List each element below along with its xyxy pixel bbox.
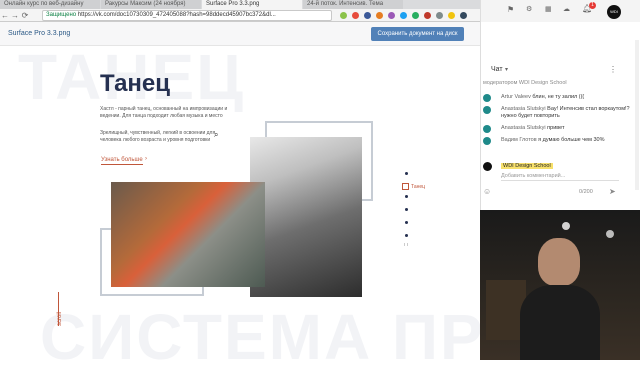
message-text: я думаю больше чем 30%: [538, 137, 605, 143]
nav-dot-active[interactable]: [402, 183, 409, 190]
extension-icon[interactable]: [436, 12, 443, 19]
apps-grid-icon[interactable]: ▦: [545, 5, 552, 13]
avatar: [483, 162, 492, 171]
tab-3[interactable]: 24-й поток. Интенсив. Тема: [303, 0, 403, 9]
forward-arrow-icon[interactable]: →: [10, 9, 20, 22]
message-author: Anastasia Slutskyi: [501, 125, 546, 131]
more-vertical-icon[interactable]: ⋮: [609, 65, 617, 74]
extension-icon[interactable]: [352, 12, 359, 19]
scroll-label: scroll: [57, 311, 63, 326]
dance-photo-color: [111, 182, 265, 287]
url-text: https://vk.com/doc10730309_472405088?has…: [77, 12, 276, 18]
chevron-down-icon[interactable]: ▾: [505, 66, 508, 73]
avatar[interactable]: WDI: [607, 5, 621, 19]
settings-icon[interactable]: ⚙: [526, 5, 532, 13]
message-author: Artur Valeev: [501, 94, 531, 100]
notification-badge: 1: [589, 2, 596, 9]
description-paragraph: Зрелищный, чувственный, легкий в освоени…: [100, 130, 216, 143]
send-icon[interactable]: ➤: [609, 187, 616, 196]
webcam-video: [480, 210, 640, 360]
extension-icon[interactable]: [376, 12, 383, 19]
chat-bubble-icon[interactable]: ☁: [563, 5, 570, 13]
message-author: Anastasia Slutskyi: [501, 106, 546, 112]
browser-toolbar: ← → ⟳ Защищено https://vk.com/doc10730309_…: [0, 9, 480, 22]
intro-paragraph: Хастл - парный танец, основанный на импр…: [100, 106, 228, 119]
cursor-icon: ⌕: [214, 130, 219, 139]
learn-more-link[interactable]: Узнать больше: [101, 157, 143, 165]
author-badge: WDI Design School: [501, 163, 553, 169]
list-item: Вадим Глотов я думаю больше чем 30%: [501, 137, 631, 144]
emoji-icon[interactable]: ☺: [483, 187, 491, 196]
extension-icon[interactable]: [400, 12, 407, 19]
dance-photo-bw: [250, 137, 362, 297]
side-toolbar: ⚑ ⚙ ▦ ☁ 🔔︎ 1 WDI: [481, 0, 640, 22]
nav-dot-faded: [404, 243, 408, 246]
extension-icon[interactable]: [424, 12, 431, 19]
nav-dot[interactable]: [405, 234, 408, 237]
reload-icon[interactable]: ⟳: [20, 9, 30, 22]
chat-side-panel: ⚑ ⚙ ▦ ☁ 🔔︎ 1 WDI Чат ▾ ⋮ модератором WDI…: [480, 0, 640, 210]
list-item: Artur Valeev блин, не ту залил (((: [501, 94, 631, 101]
secure-label: Защищено: [46, 12, 77, 18]
message-author: Вадим Глотов: [501, 137, 537, 143]
avatar: [483, 106, 491, 114]
extension-icon[interactable]: [388, 12, 395, 19]
nav-dot[interactable]: [405, 195, 408, 198]
extension-icon[interactable]: [364, 12, 371, 19]
extension-icon[interactable]: [340, 12, 347, 19]
scrollbar[interactable]: [635, 40, 639, 190]
chat-title: Чат: [491, 66, 503, 73]
extension-icon[interactable]: [460, 12, 467, 19]
tab-0[interactable]: Онлайн курс по веб-дизайну: [0, 0, 100, 9]
list-item: Anastasia Slutskyi привет: [501, 125, 631, 132]
message-text: привет: [547, 125, 565, 131]
person-face: [538, 238, 580, 286]
avatar: [483, 94, 491, 102]
extension-icon[interactable]: [448, 12, 455, 19]
page-heading: Танец: [100, 70, 171, 97]
nav-dot[interactable]: [405, 208, 408, 211]
extension-icon[interactable]: [412, 12, 419, 19]
avatar: [483, 125, 491, 133]
tab-2[interactable]: Surface Pro 3.3.png: [202, 0, 302, 9]
chevron-right-icon: ›: [145, 156, 147, 162]
char-counter: 0/200: [579, 189, 593, 195]
nav-dot[interactable]: [405, 221, 408, 224]
flag-icon[interactable]: ⚑: [507, 5, 514, 14]
doc-title: Surface Pro 3.3.png: [8, 30, 71, 37]
message-text: блин, не ту залил (((: [532, 94, 585, 100]
save-doc-button[interactable]: Сохранить документ на диск: [371, 27, 464, 41]
comment-input[interactable]: Добавить комментарий...: [501, 173, 619, 181]
list-item: Anastasia Slutskyi Вау! Интенсив стал во…: [501, 106, 631, 120]
address-bar[interactable]: Защищено https://vk.com/doc10730309_4724…: [42, 10, 332, 21]
bg-word-bottom: СИСТЕМА ПР: [40, 301, 485, 373]
ceiling-light: [562, 222, 570, 230]
tab-bar: Онлайн курс по веб-дизайну Ракурсы Максим…: [0, 0, 480, 9]
person-body: [520, 285, 600, 360]
nav-dot[interactable]: [405, 172, 408, 175]
ceiling-light: [606, 230, 614, 238]
moderator-note: модератором WDI Design School: [483, 80, 567, 86]
back-arrow-icon[interactable]: ←: [0, 9, 10, 22]
tab-1[interactable]: Ракурсы Максим (24 ноября): [101, 0, 201, 9]
avatar: [483, 137, 491, 145]
nav-active-label: Танец: [411, 184, 426, 190]
